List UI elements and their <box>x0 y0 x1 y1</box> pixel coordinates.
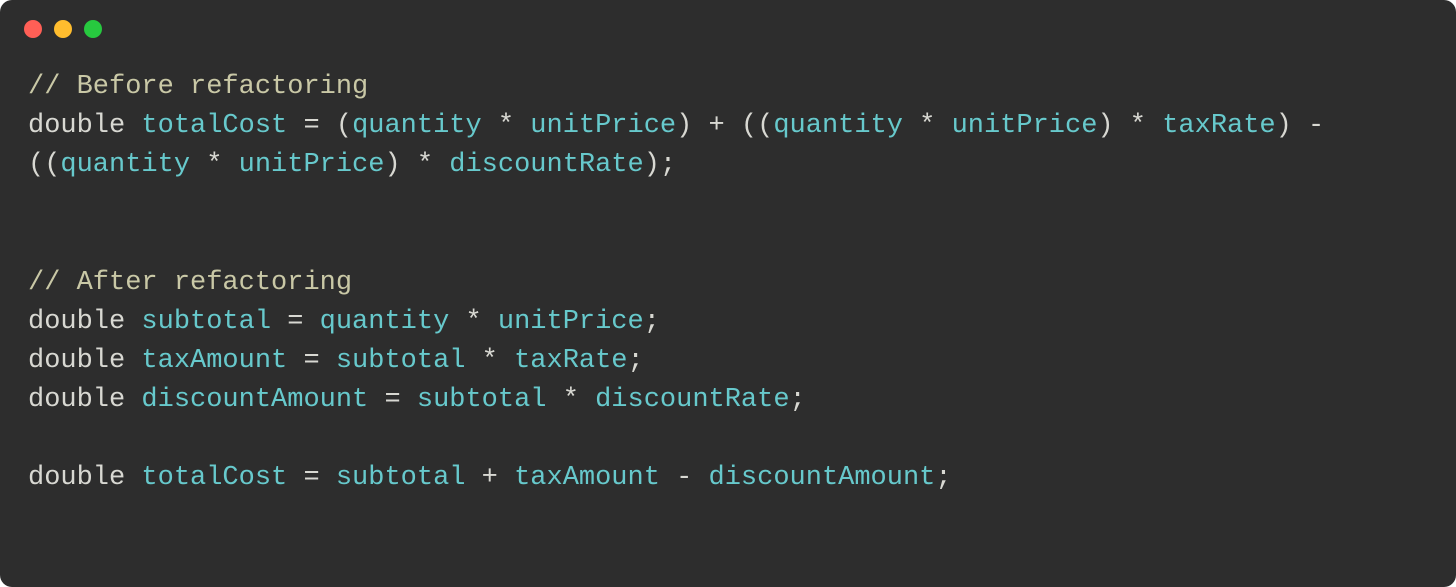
code-token-op: * <box>190 150 239 180</box>
blank-line <box>28 420 1428 459</box>
code-token-ident: taxRate <box>514 346 627 376</box>
code-token-ident: totalCost <box>141 463 287 493</box>
code-token-punct: ; <box>644 307 660 337</box>
code-token-ident: totalCost <box>141 111 287 141</box>
code-token-ident: unitPrice <box>952 111 1098 141</box>
code-token-op: * <box>482 111 531 141</box>
code-token-ident: taxRate <box>1162 111 1275 141</box>
blank-line <box>28 185 1428 224</box>
code-token-op: ) + (( <box>676 111 773 141</box>
code-token-ident: subtotal <box>336 346 466 376</box>
code-token-ident: unitPrice <box>239 150 385 180</box>
code-token-punct: ; <box>790 385 806 415</box>
code-token-ident: quantity <box>352 111 482 141</box>
code-token-ident: discountAmount <box>141 385 368 415</box>
code-token-ident: quantity <box>60 150 190 180</box>
code-token-op: ) * <box>384 150 449 180</box>
code-token-ident: discountRate <box>595 385 789 415</box>
window-controls <box>0 0 1456 48</box>
code-token-ident: unitPrice <box>498 307 644 337</box>
code-content: // Before refactoring double totalCost = … <box>0 48 1456 529</box>
code-token-ident: taxAmount <box>141 346 287 376</box>
code-token-comment: // After refactoring <box>28 268 352 298</box>
code-token-keyword: double <box>28 307 141 337</box>
code-line: double discountAmount = subtotal * disco… <box>28 381 1428 420</box>
code-token-punct: ); <box>644 150 676 180</box>
code-token-keyword: double <box>28 385 141 415</box>
code-comment-line: // Before refactoring <box>28 68 1428 107</box>
code-token-keyword: double <box>28 111 141 141</box>
code-token-ident: subtotal <box>336 463 466 493</box>
code-token-op: * <box>465 346 514 376</box>
code-token-op: = <box>271 307 320 337</box>
code-line: double totalCost = (quantity * unitPrice… <box>28 107 1428 185</box>
code-token-ident: discountAmount <box>709 463 936 493</box>
code-token-op: = ( <box>287 111 352 141</box>
code-token-comment: // Before refactoring <box>28 72 368 102</box>
code-comment-line: // After refactoring <box>28 264 1428 303</box>
code-token-op: + <box>465 463 514 493</box>
code-token-op: * <box>547 385 596 415</box>
code-token-ident: subtotal <box>141 307 271 337</box>
blank-line <box>28 225 1428 264</box>
code-token-op: = <box>368 385 417 415</box>
code-token-ident: quantity <box>320 307 450 337</box>
code-line: double taxAmount = subtotal * taxRate; <box>28 342 1428 381</box>
code-token-ident: subtotal <box>417 385 547 415</box>
code-token-ident: unitPrice <box>530 111 676 141</box>
code-token-op: * <box>449 307 498 337</box>
code-token-ident: discountRate <box>449 150 643 180</box>
code-token-keyword: double <box>28 346 141 376</box>
code-token-op: = <box>287 346 336 376</box>
code-line: double subtotal = quantity * unitPrice; <box>28 303 1428 342</box>
code-line: double totalCost = subtotal + taxAmount … <box>28 459 1428 498</box>
code-token-op: * <box>903 111 952 141</box>
code-editor-window: // Before refactoring double totalCost = … <box>0 0 1456 587</box>
maximize-icon[interactable] <box>84 20 102 38</box>
code-token-ident: quantity <box>773 111 903 141</box>
code-token-punct: ; <box>935 463 951 493</box>
code-token-ident: taxAmount <box>514 463 660 493</box>
close-icon[interactable] <box>24 20 42 38</box>
code-token-op: ) * <box>1097 111 1162 141</box>
code-token-punct: ; <box>628 346 644 376</box>
code-token-op: - <box>660 463 709 493</box>
minimize-icon[interactable] <box>54 20 72 38</box>
code-token-op: = <box>287 463 336 493</box>
code-token-keyword: double <box>28 463 141 493</box>
